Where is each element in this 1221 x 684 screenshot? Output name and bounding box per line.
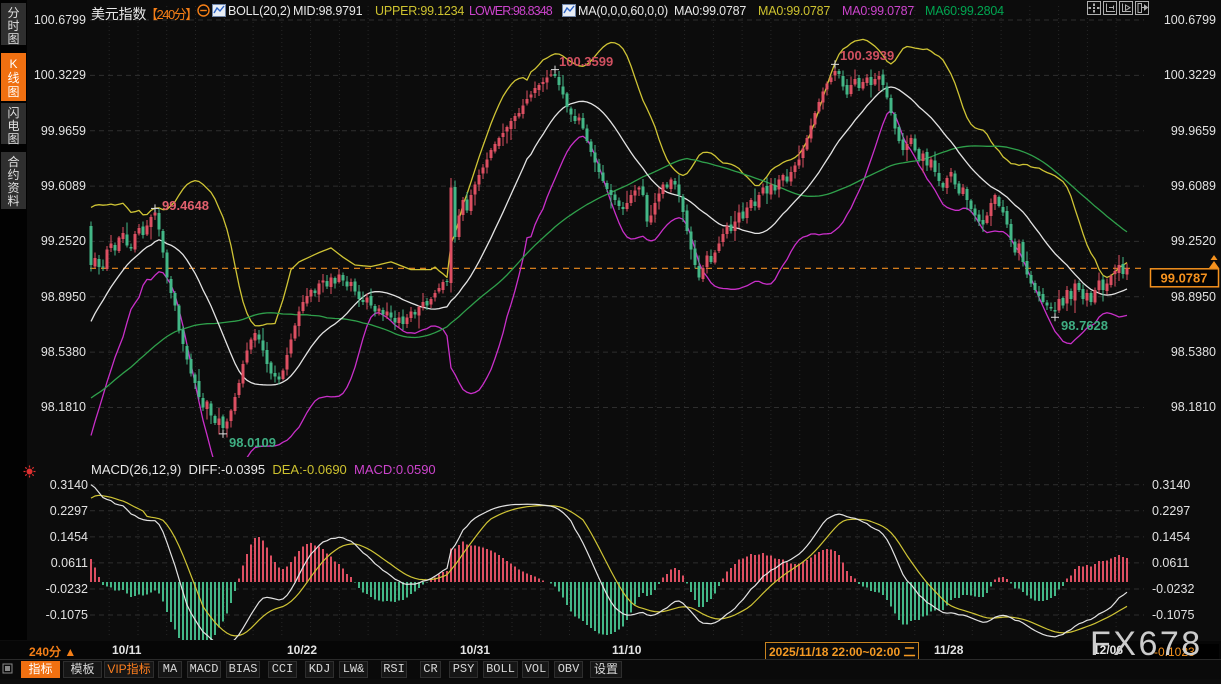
svg-text:-0.0232: -0.0232 [46, 582, 88, 596]
svg-text:98.5380: 98.5380 [41, 345, 86, 359]
svg-text:-0.1075: -0.1075 [1152, 608, 1194, 622]
svg-text:99.9659: 99.9659 [1171, 124, 1216, 138]
svg-text:99.2520: 99.2520 [1171, 234, 1216, 248]
svg-text:98.8950: 98.8950 [1171, 290, 1216, 304]
svg-text:98.0109: 98.0109 [229, 435, 276, 450]
svg-text:0.3140: 0.3140 [1152, 478, 1190, 492]
svg-text:98.5380: 98.5380 [1171, 345, 1216, 359]
svg-text:0.0611: 0.0611 [51, 556, 88, 570]
svg-text:99.2520: 99.2520 [41, 234, 86, 248]
svg-text:100.3599: 100.3599 [559, 54, 613, 69]
svg-text:99.6089: 99.6089 [41, 179, 86, 193]
svg-text:-0.1075: -0.1075 [46, 608, 88, 622]
svg-text:0.2297: 0.2297 [1152, 504, 1190, 518]
svg-text:0.2297: 0.2297 [50, 504, 88, 518]
svg-text:98.7628: 98.7628 [1061, 318, 1108, 333]
svg-text:100.3229: 100.3229 [1164, 68, 1216, 82]
svg-text:99.6089: 99.6089 [1171, 179, 1216, 193]
svg-text:98.8950: 98.8950 [41, 290, 86, 304]
svg-text:100.6799: 100.6799 [34, 13, 86, 27]
svg-text:99.0787: 99.0787 [1161, 270, 1208, 285]
svg-text:0.1454: 0.1454 [1152, 530, 1190, 544]
svg-text:99.4648: 99.4648 [162, 198, 209, 213]
svg-text:-0.0232: -0.0232 [1152, 582, 1194, 596]
svg-text:98.1810: 98.1810 [1171, 400, 1216, 414]
svg-text:0.1454: 0.1454 [50, 530, 88, 544]
svg-text:0.3140: 0.3140 [50, 478, 88, 492]
svg-text:0.0611: 0.0611 [1152, 556, 1189, 570]
svg-text:100.3939: 100.3939 [840, 48, 894, 63]
svg-text:98.1810: 98.1810 [41, 400, 86, 414]
svg-text:99.9659: 99.9659 [41, 124, 86, 138]
svg-text:100.3229: 100.3229 [34, 68, 86, 82]
